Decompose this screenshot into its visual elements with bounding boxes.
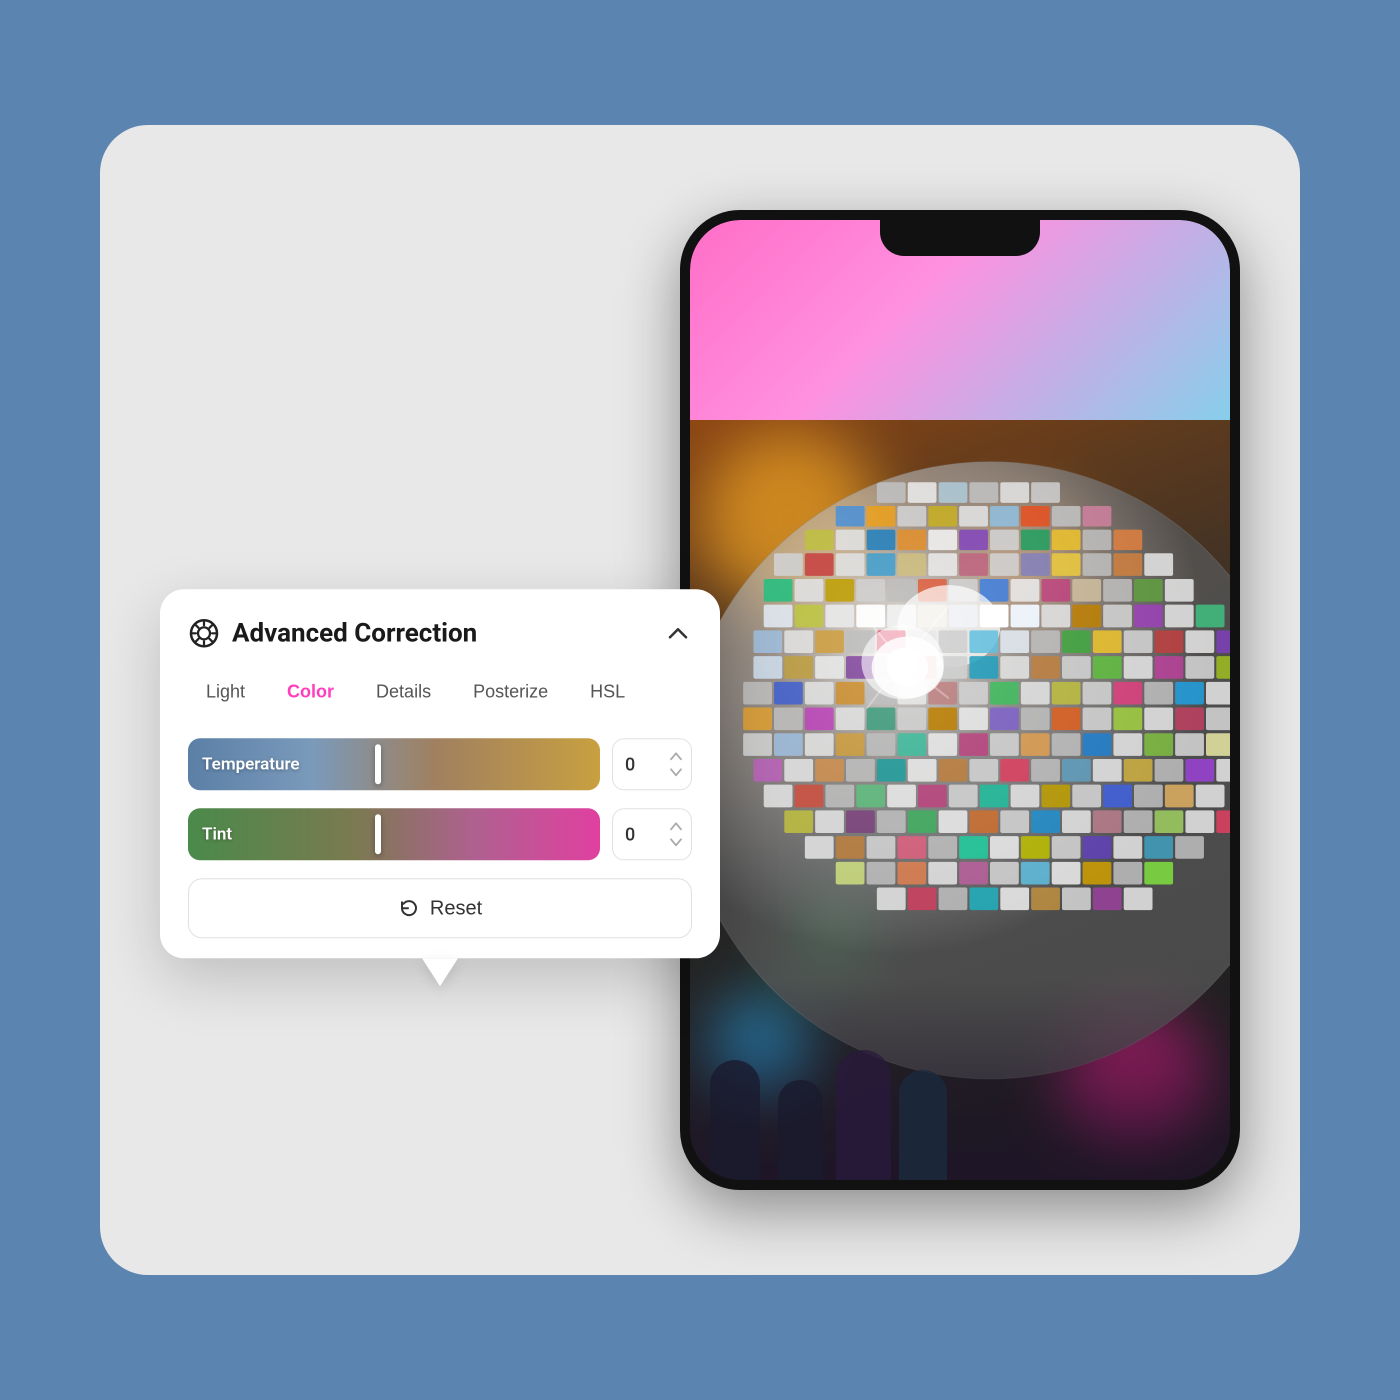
outer-card: Advanced Correction Light Color Details …	[100, 125, 1300, 1275]
tint-value: 0	[625, 824, 635, 845]
popup-header: Advanced Correction	[188, 617, 692, 649]
popup-title: Advanced Correction	[232, 618, 477, 648]
tab-posterize[interactable]: Posterize	[455, 673, 566, 710]
chevron-up-icon[interactable]	[664, 619, 692, 647]
tint-decrement[interactable]	[669, 835, 683, 849]
temperature-spinner[interactable]	[669, 749, 683, 779]
tint-increment[interactable]	[669, 819, 683, 833]
tint-slider-container: Tint 0	[188, 808, 692, 860]
temperature-label: Temperature	[202, 754, 300, 774]
temperature-value: 0	[625, 754, 635, 775]
temperature-slider-thumb[interactable]	[375, 744, 381, 784]
tint-label: Tint	[202, 824, 232, 844]
popup-header-left: Advanced Correction	[188, 617, 477, 649]
temperature-increment[interactable]	[669, 749, 683, 763]
phone-mockup	[680, 210, 1240, 1190]
tint-value-box: 0	[612, 808, 692, 860]
people-silhouettes	[690, 1020, 1230, 1180]
popup-tooltip-arrow	[422, 958, 458, 986]
tab-color[interactable]: Color	[269, 673, 352, 710]
phone-image-area	[690, 420, 1230, 1180]
phone-screen	[690, 220, 1230, 1180]
reset-icon	[398, 897, 420, 919]
tab-hsl[interactable]: HSL	[572, 673, 643, 710]
tabs-row: Light Color Details Posterize HSL	[188, 673, 692, 710]
tint-slider-thumb[interactable]	[375, 814, 381, 854]
reset-button[interactable]: Reset	[188, 878, 692, 938]
temperature-value-box: 0	[612, 738, 692, 790]
temperature-decrement[interactable]	[669, 765, 683, 779]
temperature-slider-container: Temperature 0	[188, 738, 692, 790]
tab-light[interactable]: Light	[188, 673, 263, 710]
settings-gear-icon	[188, 617, 220, 649]
tint-slider-track[interactable]: Tint	[188, 808, 600, 860]
tint-slider-row: Tint 0	[188, 808, 692, 860]
phone-notch	[880, 220, 1040, 256]
temperature-slider-track[interactable]: Temperature	[188, 738, 600, 790]
tab-details[interactable]: Details	[358, 673, 449, 710]
tint-spinner[interactable]	[669, 819, 683, 849]
reset-label: Reset	[430, 897, 482, 920]
temperature-slider-row: Temperature 0	[188, 738, 692, 790]
advanced-correction-popup: Advanced Correction Light Color Details …	[160, 589, 720, 958]
